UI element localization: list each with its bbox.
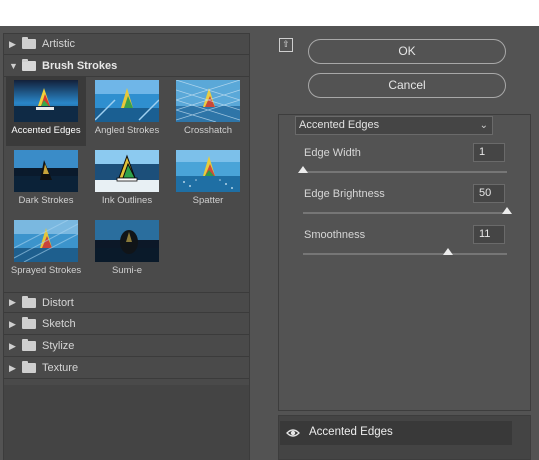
filter-thumb-sumi-e[interactable]: Sumi-e	[87, 216, 167, 286]
collapse-panel-icon[interactable]: ⇧	[279, 38, 293, 52]
thumbnail-label: Ink Outlines	[101, 195, 153, 206]
filter-thumb-ink-outlines[interactable]: Ink Outlines	[87, 146, 167, 216]
edge-width-label: Edge Width	[304, 147, 361, 159]
smoothness-label: Smoothness	[304, 229, 366, 241]
edge-brightness-input[interactable]: 50	[473, 184, 505, 203]
thumbnail-image	[14, 80, 78, 122]
eye-icon[interactable]	[286, 426, 300, 440]
thumbnail-label: Sumi-e	[111, 265, 143, 276]
smoothness-slider-track[interactable]	[303, 253, 507, 255]
category-artistic[interactable]: ▶ Artistic	[4, 34, 249, 55]
ok-button[interactable]: OK	[308, 39, 506, 64]
filter-thumb-spatter[interactable]: Spatter	[168, 146, 248, 216]
folder-icon	[22, 295, 36, 308]
category-label: Stylize	[42, 340, 75, 352]
category-distort[interactable]: ▶ Distort	[4, 292, 249, 313]
expand-arrow-icon: ▶	[9, 318, 16, 329]
thumbnail-image	[95, 220, 159, 262]
filter-thumb-angled-strokes[interactable]: Angled Strokes	[87, 76, 167, 146]
folder-icon	[22, 361, 36, 373]
folder-icon	[22, 37, 36, 49]
category-sketch[interactable]: ▶ Sketch	[4, 314, 249, 335]
effect-layer-row[interactable]: Accented Edges	[280, 421, 512, 445]
category-label: Artistic	[42, 38, 75, 50]
filter-gallery-panel: ▶ Artistic ▼ Brush Strokes Accented Edge…	[3, 33, 250, 460]
filter-thumb-accented-edges[interactable]: Accented Edges	[6, 76, 86, 146]
expand-arrow-icon: ▶	[9, 362, 16, 373]
category-label: Brush Strokes	[42, 60, 118, 72]
thumbnail-image	[14, 150, 78, 192]
filter-select[interactable]: Accented Edges ⌄	[295, 116, 493, 135]
thumbnail-image	[14, 220, 78, 262]
thumbnail-label: Crosshatch	[183, 125, 233, 136]
filter-thumb-sprayed-strokes[interactable]: Sprayed Strokes	[6, 216, 86, 286]
category-texture[interactable]: ▶ Texture	[4, 358, 249, 379]
chevron-down-icon: ⌄	[479, 120, 488, 131]
effect-layer-name: Accented Edges	[309, 426, 393, 438]
edge-width-slider-track[interactable]	[303, 171, 507, 173]
folder-icon	[22, 339, 36, 351]
thumbnail-label: Dark Strokes	[18, 195, 74, 206]
thumbnail-label: Angled Strokes	[94, 125, 160, 136]
filter-thumb-dark-strokes[interactable]: Dark Strokes	[6, 146, 86, 216]
edge-brightness-label: Edge Brightness	[304, 188, 385, 200]
thumbnail-image	[176, 80, 240, 122]
category-label: Sketch	[42, 318, 76, 330]
category-label: Distort	[42, 296, 74, 309]
category-label: Texture	[42, 362, 79, 374]
thumbnail-image	[176, 150, 240, 192]
cancel-button[interactable]: Cancel	[308, 73, 506, 98]
category-brush-strokes[interactable]: ▼ Brush Strokes	[4, 56, 249, 77]
thumbnail-label: Sprayed Strokes	[10, 265, 82, 276]
thumbnail-image	[95, 150, 159, 192]
smoothness-input[interactable]: 11	[473, 225, 505, 244]
edge-width-slider-knob[interactable]	[298, 166, 308, 173]
filter-thumb-crosshatch[interactable]: Crosshatch	[168, 76, 248, 146]
filter-select-value: Accented Edges	[299, 119, 380, 131]
edge-brightness-slider-track[interactable]	[303, 212, 507, 214]
thumbnail-label: Spatter	[192, 195, 224, 206]
folder-icon	[22, 317, 36, 329]
gallery-empty-area	[4, 385, 249, 460]
expand-arrow-icon: ▶	[9, 297, 16, 307]
folder-open-icon	[22, 59, 36, 71]
category-stylize[interactable]: ▶ Stylize	[4, 336, 249, 357]
expand-arrow-icon: ▶	[9, 38, 16, 49]
expand-arrow-icon: ▶	[9, 340, 16, 351]
collapse-arrow-icon: ▼	[9, 61, 18, 71]
smoothness-slider-knob[interactable]	[442, 248, 453, 255]
thumbnail-image	[95, 80, 159, 122]
edge-width-input[interactable]: 1	[473, 143, 505, 162]
edge-brightness-slider-knob[interactable]	[502, 207, 512, 214]
thumbnail-label: Accented Edges	[11, 125, 81, 136]
